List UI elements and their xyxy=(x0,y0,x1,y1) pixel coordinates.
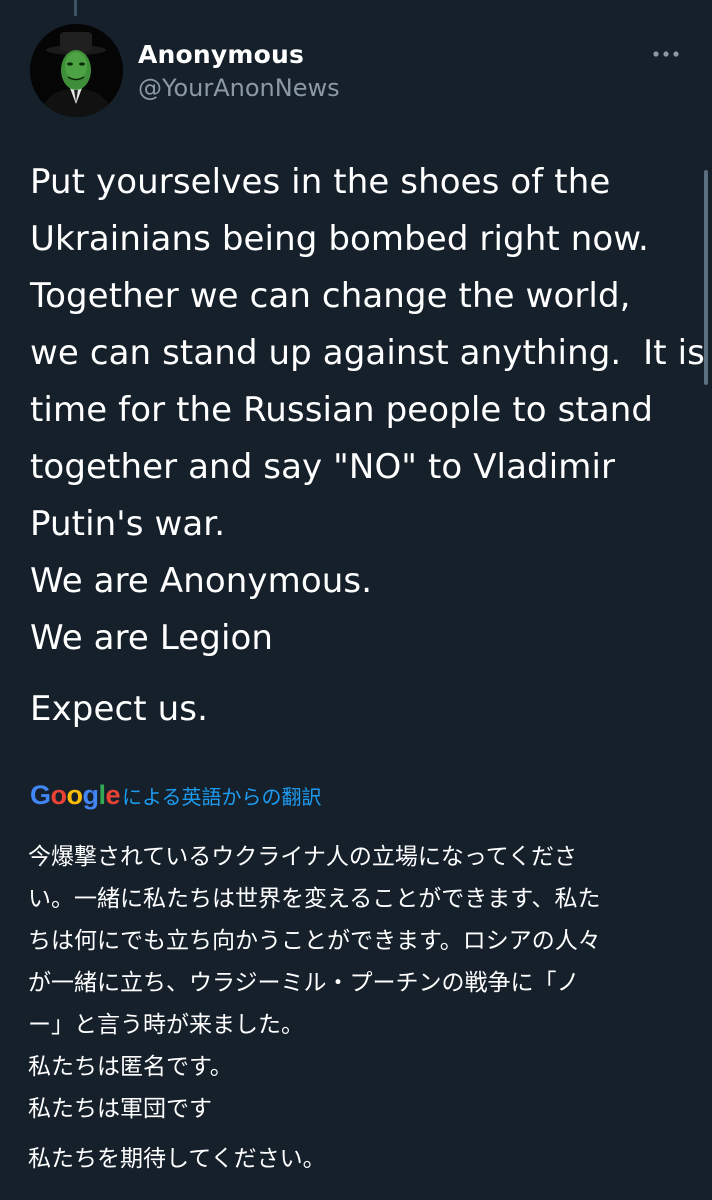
author-handle[interactable]: @YourAnonNews xyxy=(138,74,340,102)
translated-line: 私たちは匿名です。 xyxy=(28,1054,233,1080)
tweet-line: Ukrainians being bombed right now. xyxy=(30,219,649,259)
translated-line: 私たちは軍団です xyxy=(28,1096,212,1122)
translated-line: い。一緒に私たちは世界を変えることができます、私た xyxy=(28,886,601,912)
tweet-line: Put yourselves in the shoes of the xyxy=(30,162,611,202)
tweet-text: Put yourselves in the shoes of the Ukrai… xyxy=(30,154,705,738)
tweet-line: We are Legion xyxy=(30,618,274,658)
translated-line: ちは何にでも立ち向かうことができます。ロシアの人々 xyxy=(28,928,601,954)
translation-attribution[interactable]: Google による英語からの翻訳 xyxy=(30,778,321,812)
google-logo: Google xyxy=(30,779,121,810)
tweet-line: time for the Russian people to stand xyxy=(30,390,654,430)
tweet-line: together and say "NO" to Vladimir xyxy=(30,447,616,487)
author-display-name[interactable]: Anonymous xyxy=(138,40,304,69)
translated-line: 今爆撃されているウクライナ人の立場になってくださ xyxy=(28,844,578,870)
tweet-line: we can stand up against anything. It is xyxy=(30,333,705,373)
tweet-line: Putin's war. xyxy=(30,504,226,544)
translation-label[interactable]: による英語からの翻訳 xyxy=(122,781,321,810)
translated-text: 今爆撃されているウクライナ人の立場になってくださ い。一緒に私たちは世界を変える… xyxy=(28,836,688,1180)
thread-connector-line xyxy=(74,0,77,16)
translated-line: ー」と言う時が来ました。 xyxy=(28,1012,304,1038)
tweet-line: Expect us. xyxy=(30,689,209,729)
author-avatar[interactable] xyxy=(30,24,123,117)
translated-line: が一緒に立ち、ウラジーミル・プーチンの戦争に「ノ xyxy=(28,970,580,996)
translated-line: 私たちを期待してください。 xyxy=(28,1146,326,1172)
tweet-line: We are Anonymous. xyxy=(30,561,373,601)
more-horizontal-icon[interactable] xyxy=(650,42,684,66)
guy-fawkes-mask-avatar-icon xyxy=(30,24,123,117)
tweet-line: Together we can change the world, xyxy=(30,276,631,316)
